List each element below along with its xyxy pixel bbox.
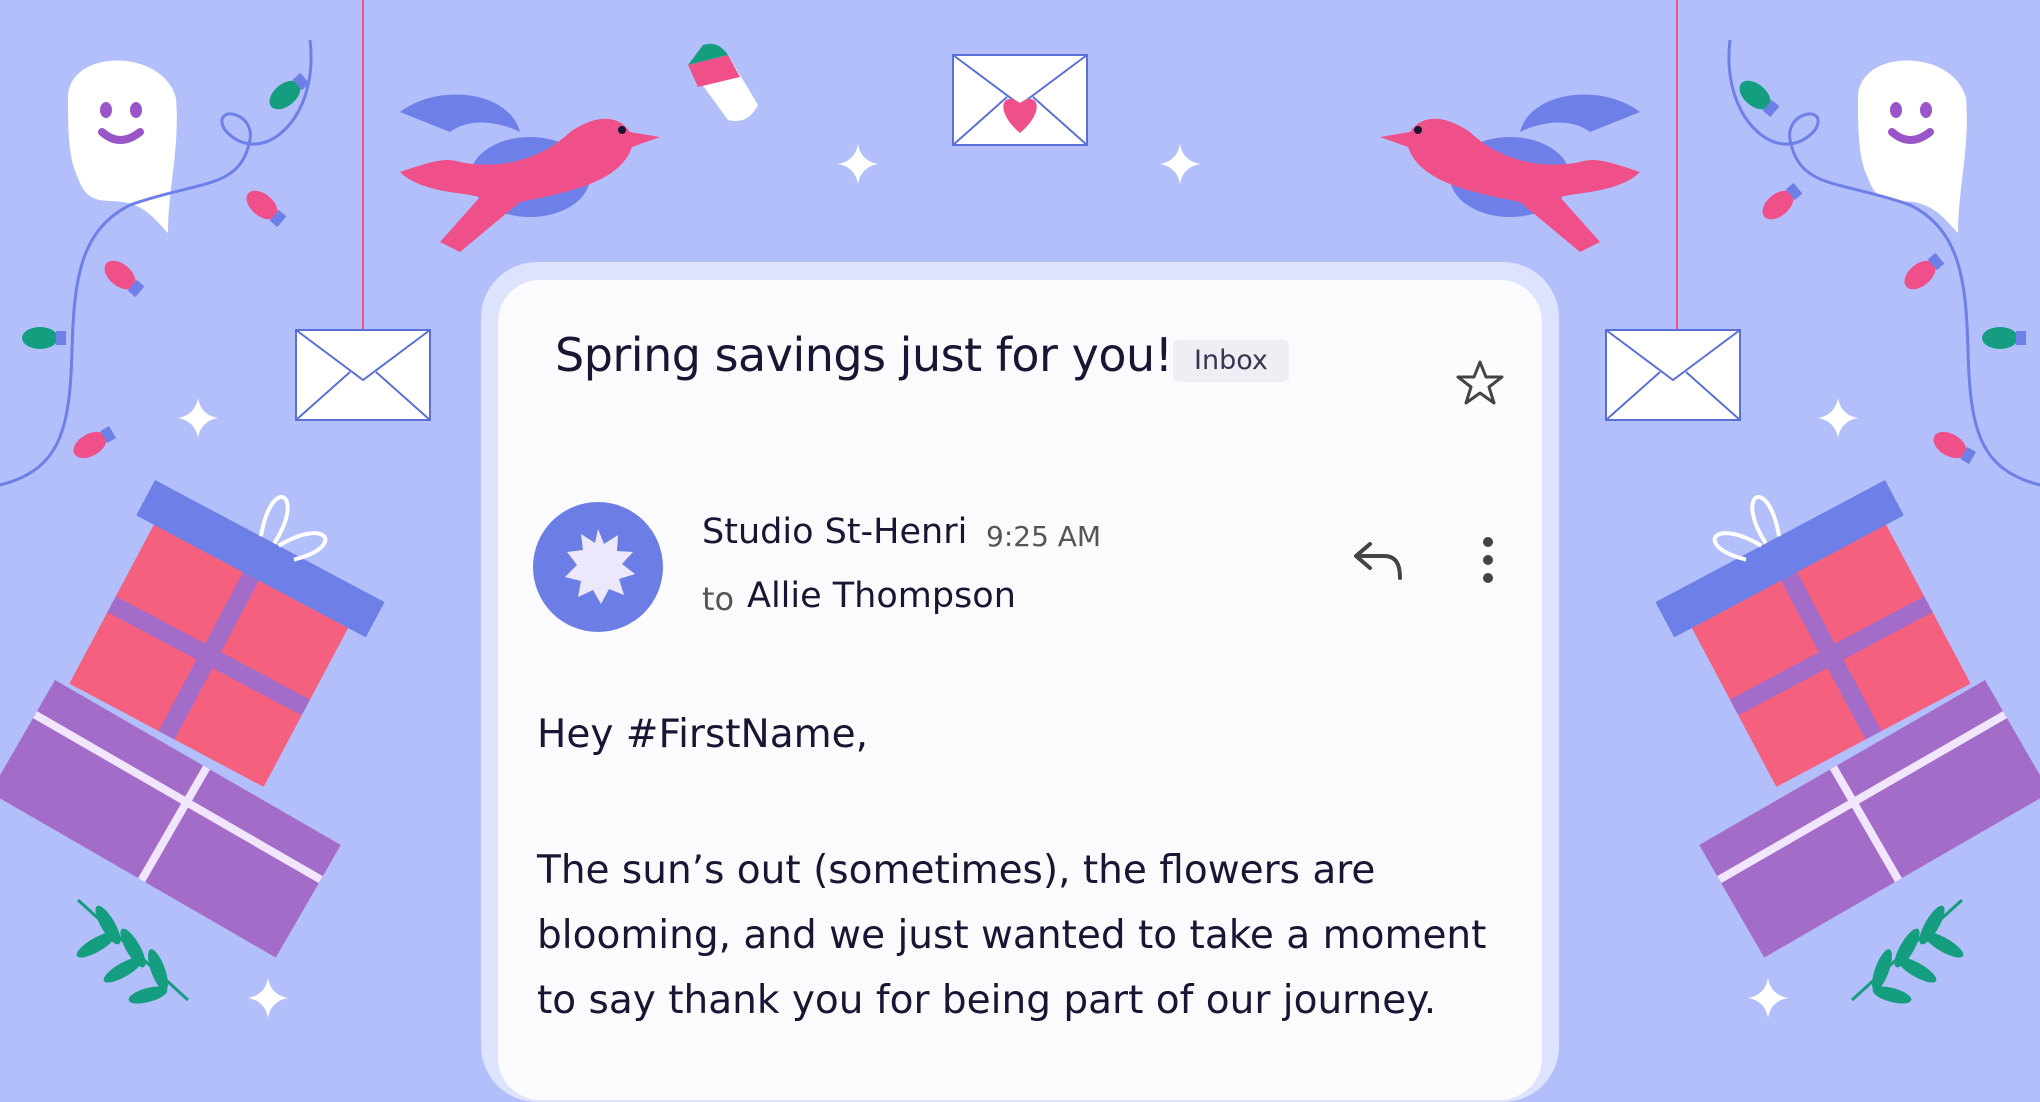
more-options-icon[interactable] — [1470, 532, 1506, 588]
sender-avatar — [533, 502, 663, 632]
recipient-name: Allie Thompson — [747, 576, 1016, 616]
inbox-label-badge[interactable]: Inbox — [1173, 340, 1289, 382]
to-label: to — [702, 580, 735, 618]
email-body: The sun’s out (sometimes), the flowers a… — [537, 848, 1487, 1023]
reply-icon[interactable] — [1352, 538, 1404, 582]
sender-name: Studio St-Henri — [702, 512, 968, 552]
email-subject: Spring savings just for you! — [555, 328, 1173, 382]
email-greeting: Hey #FirstName, — [537, 712, 869, 757]
email-timestamp: 9:25 AM — [986, 520, 1102, 553]
star-icon[interactable] — [1455, 358, 1505, 408]
